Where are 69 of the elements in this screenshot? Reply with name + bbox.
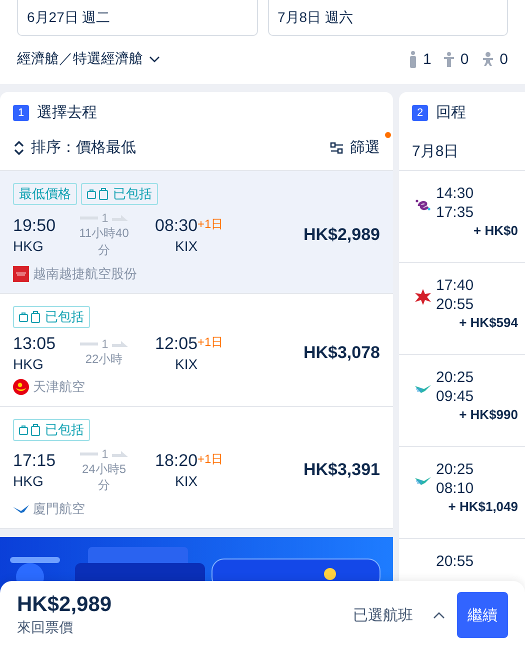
return-flight-row[interactable]: 14:30 17:35 + HK$0 (399, 171, 525, 263)
return-flight-row[interactable]: 20:25 09:45 + HK$990 (399, 355, 525, 447)
arrival-time: 17:35 (436, 204, 475, 221)
baggage-tag: 已包括 (81, 183, 158, 205)
total-price: HK$2,989 (17, 593, 112, 617)
airline-name: 廈門航空 (33, 500, 85, 518)
stop-count: 1 (102, 211, 108, 225)
flight-price: HK$3,078 (303, 342, 380, 363)
next-day-label: +1日 (198, 216, 224, 233)
arrival-airport: KIX (174, 356, 199, 372)
passenger-count[interactable]: 1 (422, 50, 432, 68)
departure-time: 19:50 (13, 216, 57, 236)
selected-flights-toggle[interactable]: 已選航班 (353, 606, 457, 624)
passenger-count[interactable]: 0 (500, 50, 508, 68)
stop-count: 1 (102, 446, 108, 461)
price-difference: + HK$594 (458, 315, 518, 330)
arrival-time: 09:45 (436, 388, 475, 405)
flight-duration: 22小時 (84, 351, 124, 368)
departure-time: 20:55 (436, 553, 474, 570)
return-flight-row[interactable]: 20:25 08:10 + HK$1,049 (399, 447, 525, 539)
arrival-time: 18:20 (155, 451, 198, 472)
airline-name: 天津航空 (33, 378, 85, 396)
departure-time: 13:05 (13, 334, 57, 354)
step-number: 2 (412, 104, 428, 120)
return-flight-row[interactable]: 17:40 20:55 + HK$594 (399, 263, 525, 355)
baggage-tag: 已包括 (13, 418, 90, 441)
step-number: 1 (13, 104, 29, 120)
flight-price: HK$2,989 (303, 224, 380, 245)
passenger-count[interactable]: 0 (460, 50, 469, 68)
lowest-price-tag: 最低價格 (13, 183, 77, 205)
section-title: 回程 (436, 103, 466, 122)
return-date-field[interactable]: 7月8日 週六 (268, 0, 508, 36)
price-difference: + HK$990 (458, 407, 518, 422)
arrival-time: 08:10 (436, 480, 475, 497)
departure-airport: HKG (13, 238, 44, 254)
flight-price: HK$3,391 (303, 460, 380, 480)
arrival-time: 08:30 (155, 216, 198, 236)
price-difference: + HK$0 (472, 223, 518, 238)
next-day-label: +1日 (198, 334, 224, 351)
flight-row[interactable]: 最低價格 已包括 19:50 HKG 1 11小時40分 08:30$^{+1日}$ KIX HK$2,989 越南越捷航空股份 (0, 171, 393, 294)
stop-count: 1 (102, 337, 108, 352)
departure-time: 20:25 (436, 369, 475, 386)
departure-date-field[interactable]: 6月27日 週二 (17, 0, 258, 36)
flight-duration: 24小時5分 (80, 460, 128, 494)
departure-time: 14:30 (436, 185, 475, 202)
arrival-time: 20:55 (436, 296, 475, 313)
departure-airport: HKG (13, 473, 44, 490)
flight-duration: 11小時40分 (79, 225, 129, 259)
baggage-tag: 已包括 (13, 306, 90, 328)
price-label: 來回票價 (17, 619, 74, 637)
next-day-label: +1日 (198, 451, 224, 468)
departure-time: 20:25 (436, 461, 475, 478)
departure-time: 17:40 (436, 277, 475, 294)
departure-time: 17:15 (13, 451, 57, 472)
arrival-airport: KIX (174, 473, 199, 490)
sort-button[interactable]: 排序：價格最低 (31, 138, 136, 157)
filter-button[interactable]: 篩選 (350, 138, 380, 157)
continue-button[interactable]: 繼續 (457, 592, 508, 638)
arrival-airport: KIX (174, 238, 199, 254)
flight-row[interactable]: 已包括 13:05 HKG 1 22小時 12:05$^{+1日}$ KIX HK$3,078 天津航空 (0, 294, 393, 407)
cabin-class-select[interactable]: 經濟艙／特選經濟艙 (17, 50, 143, 68)
departure-airport: HKG (13, 356, 44, 372)
price-difference: + HK$1,049 (447, 499, 518, 514)
airline-name: 越南越捷航空股份 (33, 264, 137, 283)
return-date: 7月8日 (412, 142, 460, 161)
arrival-time: 12:05 (155, 334, 198, 354)
section-title: 選擇去程 (37, 103, 97, 122)
flight-row[interactable]: 已包括 17:15 HKG 1 24小時5分 18:20$^{+1日}$ KIX HK$3,391 廈門航空 (0, 406, 393, 530)
return-flight-row[interactable]: 20:55 (399, 539, 525, 579)
